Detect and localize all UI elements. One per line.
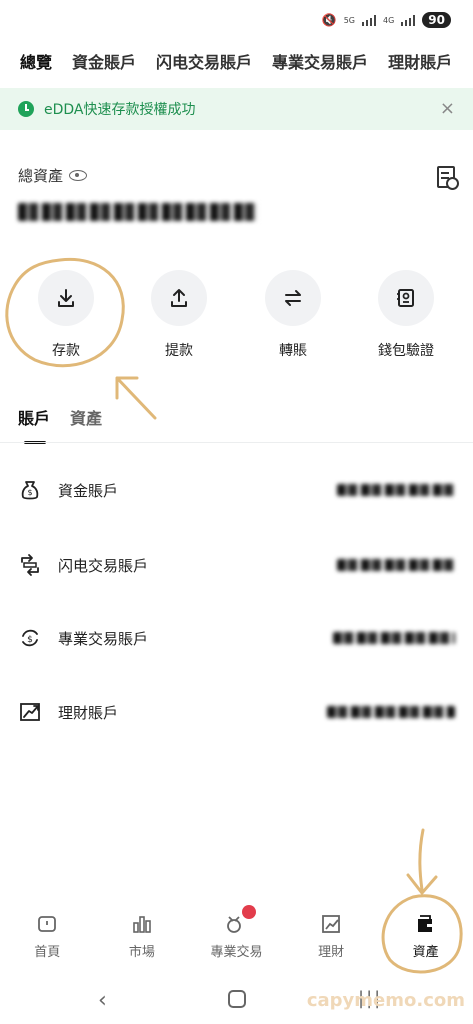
market-icon	[131, 913, 153, 935]
account-balance-redacted	[337, 559, 455, 571]
total-assets-text: 總資產	[18, 167, 64, 185]
account-row-pro[interactable]: $ 專業交易賬戶	[0, 618, 473, 658]
section-tabs: 賬戶 資產	[18, 406, 102, 444]
eye-icon[interactable]	[69, 170, 88, 181]
wallet-verify-label: 錢包驗證	[378, 343, 434, 359]
account-balance-redacted	[337, 484, 455, 496]
growth-chart-icon	[18, 700, 42, 724]
wallet-icon	[415, 913, 437, 935]
mute-icon: 🔇	[321, 13, 337, 27]
exchange-icon: $	[18, 626, 42, 650]
tab-wealth-account[interactable]: 理財賬戶	[388, 50, 452, 86]
watermark: capymemo.com	[306, 990, 465, 1011]
account-label: 專業交易賬戶	[58, 630, 149, 648]
nav-pro-trade[interactable]: 專業交易	[189, 905, 284, 975]
deposit-label: 存款	[52, 343, 80, 359]
tab-flash-trade-account[interactable]: 闪电交易賬戶	[156, 50, 252, 86]
upload-icon	[171, 289, 187, 307]
tab-accounts[interactable]: 賬戶	[18, 406, 50, 444]
transfer-label: 轉賬	[279, 343, 307, 359]
tab-assets[interactable]: 資產	[70, 406, 102, 432]
signal-4g-label: 4G	[383, 15, 395, 25]
wallet-verify-circle	[378, 270, 434, 326]
nav-market-label: 市場	[128, 945, 155, 960]
signal-icon	[362, 14, 376, 26]
withdraw-button[interactable]: 提款	[139, 270, 219, 360]
back-icon[interactable]: ‹	[98, 988, 107, 1013]
nav-assets[interactable]: 資產	[378, 905, 473, 975]
transfer-circle	[265, 270, 321, 326]
tab-pro-trade-account[interactable]: 專業交易賬戶	[272, 50, 368, 86]
total-assets-value-redacted	[18, 203, 258, 221]
money-bag-icon: $	[18, 478, 42, 502]
close-icon[interactable]: ×	[440, 98, 455, 119]
fire-badge-icon	[242, 905, 257, 919]
signal-icon-2	[401, 14, 416, 26]
status-bar: 🔇 5G 4G 90	[0, 0, 473, 42]
clock-icon	[18, 101, 34, 117]
success-banner: eDDA快速存款授權成功 ×	[0, 88, 473, 130]
wallet-verify-button[interactable]: 錢包驗證	[366, 270, 446, 360]
account-tabs: 總覽 資金賬戶 闪电交易賬戶 專業交易賬戶 理財賬戶	[0, 50, 473, 86]
deposit-button[interactable]: 存款	[26, 270, 106, 360]
account-balance-redacted	[327, 706, 455, 718]
withdraw-label: 提款	[165, 343, 193, 359]
status-icons: 🔇 5G 4G 90	[322, 12, 451, 28]
nav-home-label: 首頁	[34, 945, 61, 960]
tab-overview[interactable]: 總覽	[20, 50, 52, 86]
history-icon[interactable]	[437, 166, 459, 190]
account-balance-redacted	[333, 632, 455, 644]
download-icon	[58, 289, 74, 307]
nav-finance[interactable]: 理財	[284, 905, 379, 975]
account-row-wealth[interactable]: 理財賬戶	[0, 692, 473, 732]
account-row-flash[interactable]: 闪电交易賬戶	[0, 545, 473, 585]
wallet-verify-icon	[397, 289, 414, 307]
transfer-button[interactable]: 轉賬	[253, 270, 333, 360]
withdraw-circle	[151, 270, 207, 326]
account-row-funding[interactable]: $ 資金賬戶	[0, 470, 473, 510]
swap-icon	[18, 553, 42, 577]
deposit-circle	[38, 270, 94, 326]
banner-text: eDDA快速存款授權成功	[44, 102, 196, 118]
divider	[0, 442, 473, 443]
account-label: 闪电交易賬戶	[58, 557, 149, 575]
signal-5g-label: 5G	[343, 15, 355, 25]
account-label: 資金賬戶	[58, 482, 119, 500]
nav-pro-trade-label: 專業交易	[210, 945, 263, 960]
account-label: 理財賬戶	[58, 704, 119, 722]
home-button-icon[interactable]	[228, 990, 246, 1008]
home-icon	[36, 913, 58, 935]
battery-indicator: 90	[422, 12, 451, 28]
nav-assets-label: 資產	[412, 945, 439, 960]
quick-actions: 存款 提款 轉賬 錢包驗證	[0, 270, 473, 370]
total-assets-label: 總資產	[18, 165, 88, 186]
tab-funding-account[interactable]: 資金賬戶	[72, 50, 136, 86]
nav-home[interactable]: 首頁	[0, 905, 95, 975]
nav-finance-label: 理財	[318, 945, 345, 960]
svg-text:$: $	[27, 488, 32, 497]
svg-text:$: $	[27, 635, 33, 645]
nav-market[interactable]: 市場	[95, 905, 190, 975]
finance-icon	[320, 913, 342, 935]
bottom-nav: 首頁 市場 專業交易 理財 資產	[0, 905, 473, 975]
annotation-arrow	[115, 376, 157, 420]
transfer-icon	[285, 290, 301, 306]
